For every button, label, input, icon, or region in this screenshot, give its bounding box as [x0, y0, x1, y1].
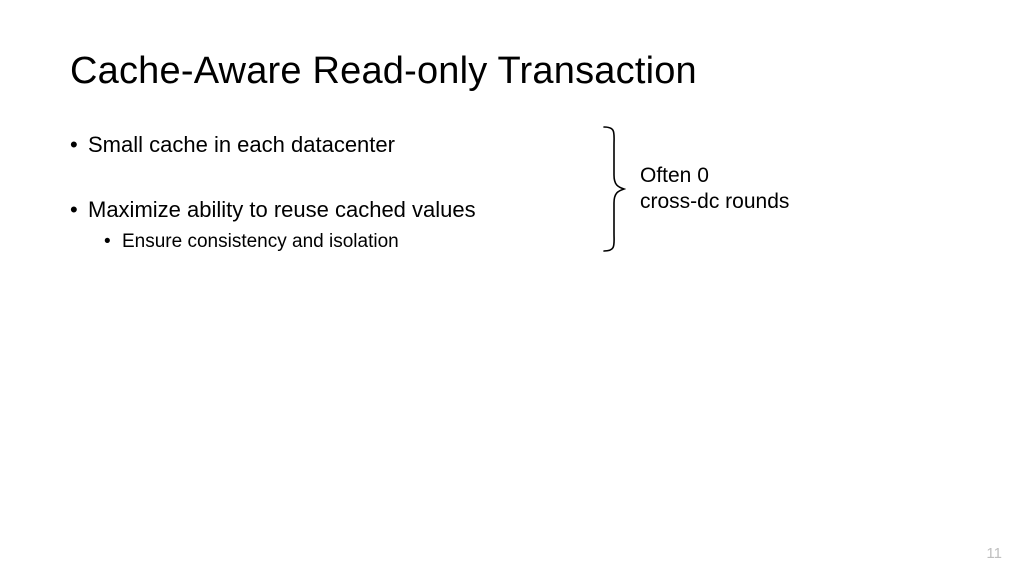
- page-number: 11: [986, 545, 1002, 562]
- slide: Cache-Aware Read-only Transaction Small …: [0, 0, 1024, 576]
- content-area: Small cache in each datacenter Maximize …: [70, 131, 954, 255]
- brace-text-line: cross-dc rounds: [640, 189, 789, 215]
- bullet-subitem: Ensure consistency and isolation: [104, 230, 560, 255]
- bullet-list: Small cache in each datacenter Maximize …: [70, 131, 560, 255]
- brace-icon: [600, 125, 626, 253]
- brace-annotation: Often 0 cross-dc rounds: [600, 125, 789, 253]
- brace-text: Often 0 cross-dc rounds: [640, 163, 789, 216]
- bullet-item: Maximize ability to reuse cached values: [70, 196, 560, 225]
- bullet-item: Small cache in each datacenter: [70, 131, 560, 160]
- slide-title: Cache-Aware Read-only Transaction: [70, 50, 954, 93]
- brace-text-line: Often 0: [640, 163, 789, 189]
